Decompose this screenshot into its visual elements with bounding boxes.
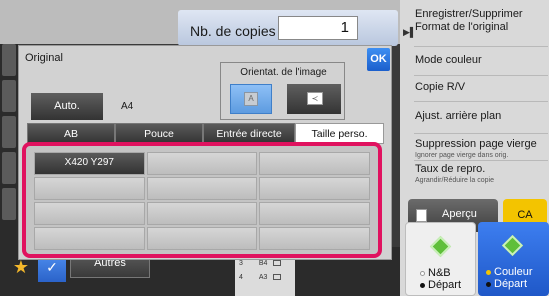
menu-item-background[interactable]: Ajust. arrière plan [415, 110, 501, 123]
tray-icon [273, 274, 282, 281]
auto-size-value: A4 [121, 101, 134, 112]
strip-tab[interactable] [2, 116, 16, 148]
tray-number: 3 [239, 260, 243, 267]
dot-icon [420, 282, 425, 288]
tray-row: 4 A3 [239, 274, 282, 281]
orientation-group: Orientat. de l'image A ≺ [220, 62, 345, 120]
strip-tab[interactable] [2, 44, 16, 76]
landscape-page-icon: ≺ [307, 92, 323, 105]
custom-size-slot[interactable] [259, 152, 370, 175]
copies-bar: Nb. de copies 1 [0, 0, 400, 46]
copies-field[interactable]: 1 [278, 16, 358, 40]
menu-item-label: Suppression page vierge [415, 138, 537, 150]
custom-size-grid: X420 Y297 [34, 152, 370, 250]
tray-icon [273, 260, 282, 267]
strip-tab[interactable] [2, 188, 16, 220]
copies-box[interactable]: Nb. de copies 1 [178, 10, 398, 46]
tab-custom-size[interactable]: Taille perso. [295, 123, 384, 144]
orientation-portrait-button[interactable]: A [230, 84, 272, 114]
divider [414, 101, 548, 102]
color-start-label: Couleur Départ [486, 266, 533, 290]
custom-size-slot[interactable] [34, 177, 145, 200]
bw-line2: Départ [428, 279, 462, 291]
auto-button[interactable]: Auto. [31, 93, 103, 120]
tray-row: 3 B4 [239, 260, 282, 267]
custom-size-slot[interactable] [34, 202, 145, 225]
dot-icon [486, 269, 491, 275]
custom-size-slot[interactable] [146, 227, 258, 250]
bw-line1: N&B [428, 267, 451, 279]
tab-pouce[interactable]: Pouce [115, 123, 203, 144]
tray-size: A3 [258, 274, 268, 281]
custom-size-slot[interactable] [146, 177, 258, 200]
dot-icon [486, 281, 491, 287]
bw-start-label: N&B Départ [420, 267, 461, 291]
menu-item-zoom[interactable]: Taux de repro. Agrandir/Réduire la copie [415, 163, 494, 185]
menu-item-duplex[interactable]: Copie R/V [415, 81, 465, 94]
dot-icon [420, 270, 425, 276]
portrait-page-icon: A [244, 92, 258, 106]
tab-direct-entry[interactable]: Entrée directe [203, 123, 295, 144]
menu-item-save-delete-original[interactable]: Enregistrer/Supprimer Format de l'origin… [415, 8, 545, 34]
left-tab-strip [0, 40, 18, 247]
orientation-label: Orientat. de l'image [240, 67, 327, 78]
color-line2: Départ [494, 278, 528, 290]
start-diamond-icon [429, 235, 452, 258]
custom-size-slot[interactable] [146, 202, 258, 225]
copies-label: Nb. de copies [190, 23, 276, 39]
custom-size-slot[interactable] [146, 152, 258, 175]
preview-label: Aperçu [442, 208, 477, 220]
menu-item-color-mode[interactable]: Mode couleur [415, 54, 482, 67]
custom-size-slot[interactable]: X420 Y297 [34, 152, 145, 175]
custom-size-grid-panel: X420 Y297 [22, 142, 382, 258]
strip-tab[interactable] [2, 152, 16, 184]
orientation-landscape-button[interactable]: ≺ [287, 84, 341, 114]
menu-item-label: Taux de repro. [415, 163, 486, 175]
custom-size-slot[interactable] [34, 227, 145, 250]
tray-size: B4 [258, 260, 268, 267]
menu-item-sublabel: Agrandir/Réduire la copie [415, 177, 494, 184]
divider [414, 160, 548, 161]
custom-size-slot[interactable] [259, 202, 370, 225]
strip-tab[interactable] [2, 80, 16, 112]
dialog-title: Original [25, 52, 63, 64]
tray-number: 4 [239, 274, 243, 281]
start-diamond-icon [501, 234, 524, 257]
ok-button[interactable]: OK [367, 48, 390, 71]
custom-size-slot[interactable] [259, 177, 370, 200]
divider [414, 46, 548, 47]
color-start-button[interactable]: Couleur Départ [478, 222, 549, 296]
menu-item-blank-page-skip[interactable]: Suppression page vierge Ignorer page vie… [415, 138, 537, 160]
divider [414, 133, 548, 134]
document-icon [416, 209, 427, 222]
tab-ab[interactable]: AB [27, 123, 115, 144]
divider [414, 75, 548, 76]
bw-start-button[interactable]: N&B Départ [405, 222, 476, 296]
color-line1: Couleur [494, 266, 533, 278]
custom-size-slot[interactable] [259, 227, 370, 250]
menu-item-sublabel: Ignorer page vierge dans orig. [415, 152, 509, 159]
